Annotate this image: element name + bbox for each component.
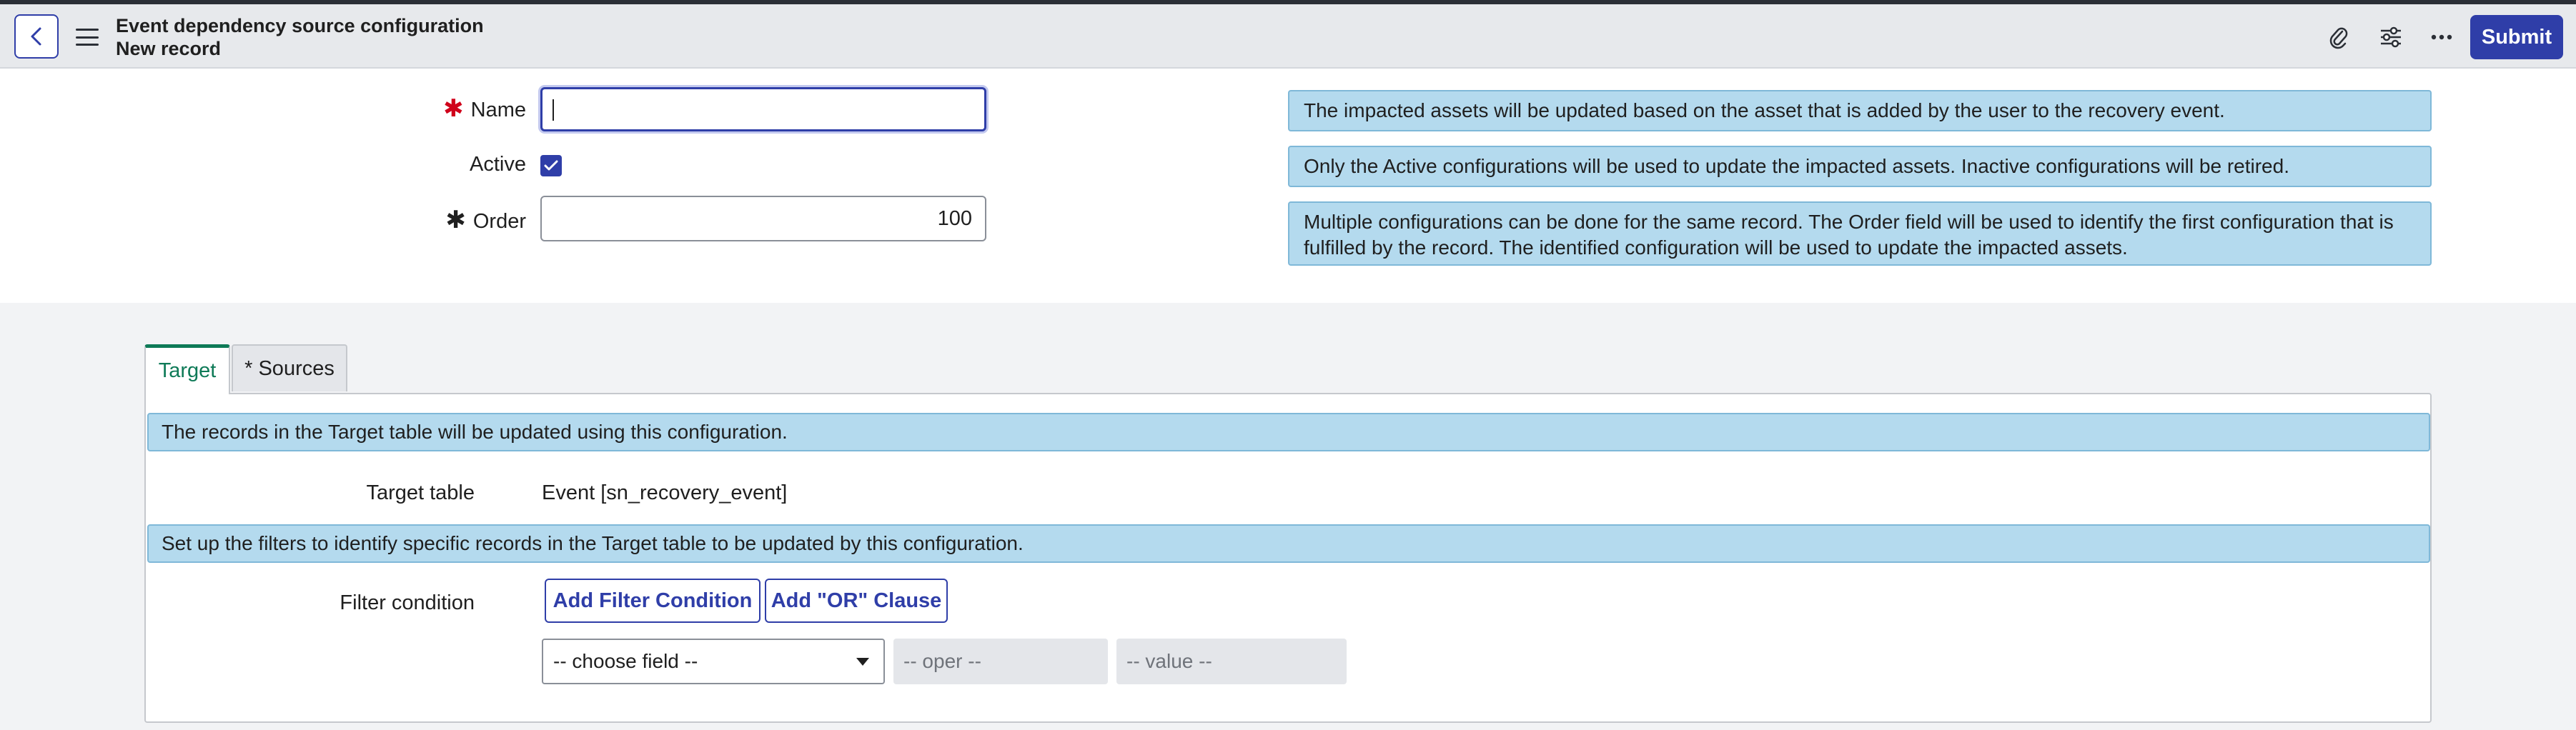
- order-input[interactable]: 100: [540, 196, 986, 241]
- page-title: Event dependency source configuration: [116, 15, 484, 36]
- sliders-icon[interactable]: [2377, 23, 2405, 51]
- back-button[interactable]: [14, 14, 59, 59]
- required-icon: ✱: [443, 95, 464, 122]
- required-icon: ✱: [445, 206, 466, 234]
- target-table-label: Target table: [366, 481, 475, 504]
- info-message: Only the Active configurations will be u…: [1288, 146, 2432, 187]
- operator-select: -- oper --: [893, 639, 1108, 684]
- chevron-left-icon: [31, 27, 41, 46]
- form-fields: ✱ Name Active ✱ Order 100 The impacted ass…: [0, 69, 2576, 303]
- record-title: Event dependency source configuration Ne…: [116, 14, 484, 60]
- add-or-clause-button[interactable]: Add "OR" Clause: [765, 579, 948, 623]
- info-message: The records in the Target table will be …: [147, 413, 2430, 451]
- order-label: ✱ Order: [445, 206, 526, 234]
- related-section: Target * Sources The records in the Targ…: [0, 303, 2576, 730]
- target-panel: The records in the Target table will be …: [144, 393, 2432, 723]
- paperclip-icon[interactable]: [2324, 23, 2353, 51]
- page-subtitle: New record: [116, 38, 222, 59]
- target-table-value: Event [sn_recovery_event]: [542, 481, 788, 504]
- active-label: Active: [470, 153, 526, 176]
- choose-field-select[interactable]: -- choose field --: [542, 639, 885, 684]
- add-filter-condition-button[interactable]: Add Filter Condition: [545, 579, 761, 623]
- name-input[interactable]: [540, 87, 986, 131]
- name-label: ✱ Name: [443, 95, 526, 122]
- more-icon[interactable]: [2427, 23, 2456, 51]
- info-message: Set up the filters to identify specific …: [147, 524, 2430, 563]
- filter-condition-label: Filter condition: [340, 591, 475, 614]
- checkmark-icon: [544, 160, 558, 171]
- value-field: -- value --: [1116, 639, 1347, 684]
- submit-button[interactable]: Submit: [2470, 15, 2563, 59]
- tab-sources[interactable]: * Sources: [232, 344, 347, 391]
- tab-target[interactable]: Target: [144, 344, 230, 394]
- hamburger-menu-icon[interactable]: [76, 29, 99, 46]
- active-checkbox[interactable]: [540, 155, 562, 176]
- chevron-down-icon: [856, 658, 869, 666]
- form-header: Event dependency source configuration Ne…: [0, 4, 2576, 69]
- info-message: Multiple configurations can be done for …: [1288, 201, 2432, 266]
- choose-field-text: -- choose field --: [553, 650, 698, 672]
- info-message: The impacted assets will be updated base…: [1288, 90, 2432, 131]
